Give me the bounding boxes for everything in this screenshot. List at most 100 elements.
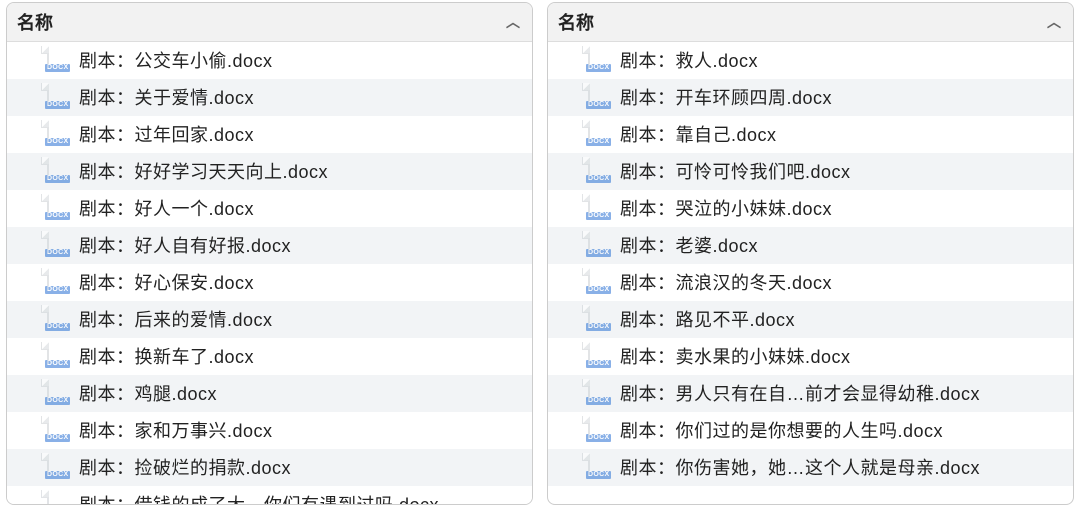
file-row[interactable]: DOCX 剧本：公交车小偷.docx — [7, 42, 532, 79]
docx-file-icon: DOCX — [588, 232, 610, 258]
file-ext-badge: DOCX — [586, 175, 611, 183]
file-name: 剧本：路见不平.docx — [620, 306, 795, 332]
file-ext-badge: DOCX — [45, 286, 70, 294]
file-row[interactable]: DOCX 剧本：救人.docx — [548, 42, 1073, 79]
file-row[interactable]: DOCX 剧本：你们过的是你想要的人生吗.docx — [548, 412, 1073, 449]
file-name: 剧本：公交车小偷.docx — [79, 47, 273, 73]
file-name: 剧本：家和万事兴.docx — [79, 417, 273, 443]
file-row[interactable]: DOCX 剧本：你伤害她，她…这个人就是母亲.docx — [548, 449, 1073, 486]
file-row[interactable]: DOCX 剧本：好人一个.docx — [7, 190, 532, 227]
sort-ascending-icon[interactable]: ︿ — [506, 15, 520, 29]
docx-file-icon: DOCX — [47, 491, 69, 504]
file-name: 剧本：靠自己.docx — [620, 121, 777, 147]
file-row[interactable]: DOCX 剧本：路见不平.docx — [548, 301, 1073, 338]
docx-file-icon: DOCX — [47, 84, 69, 110]
file-row[interactable]: DOCX 剧本：后来的爱情.docx — [7, 301, 532, 338]
file-name: 剧本：后来的爱情.docx — [79, 306, 273, 332]
docx-file-icon: DOCX — [47, 158, 69, 184]
file-row[interactable]: DOCX 剧本：哭泣的小妹妹.docx — [548, 190, 1073, 227]
docx-file-icon: DOCX — [588, 454, 610, 480]
file-ext-badge: DOCX — [45, 212, 70, 220]
file-ext-badge: DOCX — [45, 323, 70, 331]
file-ext-badge: DOCX — [45, 64, 70, 72]
file-name: 剧本：男人只有在自…前才会显得幼稚.docx — [620, 380, 980, 406]
column-header[interactable]: 名称 ︿ — [548, 3, 1073, 42]
file-list-panel-left: 名称 ︿ DOCX剧本：公交车小偷.docxDOCX剧本：关于爱情.docxDO… — [6, 2, 533, 505]
file-ext-badge: DOCX — [586, 397, 611, 405]
docx-file-icon: DOCX — [588, 269, 610, 295]
file-name: 剧本：卖水果的小妹妹.docx — [620, 343, 851, 369]
file-name: 剧本：鸡腿.docx — [79, 380, 217, 406]
file-ext-badge: DOCX — [45, 471, 70, 479]
docx-file-icon: DOCX — [47, 121, 69, 147]
file-name: 剧本：好心保安.docx — [79, 269, 254, 295]
file-ext-badge: DOCX — [45, 138, 70, 146]
file-ext-badge: DOCX — [45, 101, 70, 109]
file-name: 剧本：换新车了.docx — [79, 343, 254, 369]
file-name: 剧本：流浪汉的冬天.docx — [620, 269, 832, 295]
docx-file-icon: DOCX — [47, 232, 69, 258]
docx-file-icon: DOCX — [588, 47, 610, 73]
file-name: 剧本：可怜可怜我们吧.docx — [620, 158, 851, 184]
file-row[interactable]: DOCX 剧本：开车环顾四周.docx — [548, 79, 1073, 116]
file-ext-badge: DOCX — [45, 434, 70, 442]
column-header-label: 名称 — [558, 9, 594, 35]
column-header-label: 名称 — [17, 9, 53, 35]
file-row[interactable]: DOCX 剧本：流浪汉的冬天.docx — [548, 264, 1073, 301]
file-row[interactable]: DOCX 剧本：好心保安.docx — [7, 264, 532, 301]
file-name: 剧本：关于爱情.docx — [79, 84, 254, 110]
file-row[interactable]: DOCX 剧本：卖水果的小妹妹.docx — [548, 338, 1073, 375]
file-name: 剧本：你们过的是你想要的人生吗.docx — [620, 417, 943, 443]
file-ext-badge: DOCX — [586, 101, 611, 109]
file-name: 剧本：老婆.docx — [620, 232, 758, 258]
docx-file-icon: DOCX — [588, 380, 610, 406]
file-ext-badge: DOCX — [45, 175, 70, 183]
sort-ascending-icon[interactable]: ︿ — [1047, 15, 1061, 29]
docx-file-icon: DOCX — [47, 343, 69, 369]
file-row[interactable]: DOCX 剧本：关于爱情.docx — [7, 79, 532, 116]
file-name: 剧本：你伤害她，她…这个人就是母亲.docx — [620, 454, 980, 480]
file-name: 剧本：开车环顾四周.docx — [620, 84, 832, 110]
file-row[interactable]: DOCX 剧本：家和万事兴.docx — [7, 412, 532, 449]
file-row[interactable]: DOCX剧本：借钱的成了大…你们有遇到过吗.docx — [7, 486, 532, 504]
file-row[interactable]: DOCX剧本：好好学习天天向上.docx — [7, 153, 532, 190]
docx-file-icon: DOCX — [588, 121, 610, 147]
docx-file-icon: DOCX — [47, 454, 69, 480]
file-ext-badge: DOCX — [586, 138, 611, 146]
file-row[interactable]: DOCX 剧本：捡破烂的捐款.docx — [7, 449, 532, 486]
file-name: 剧本：过年回家.docx — [79, 121, 254, 147]
docx-file-icon: DOCX — [588, 158, 610, 184]
file-row[interactable]: DOCX 剧本：过年回家.docx — [7, 116, 532, 153]
column-header[interactable]: 名称 ︿ — [7, 3, 532, 42]
docx-file-icon: DOCX — [47, 380, 69, 406]
file-ext-badge: DOCX — [586, 249, 611, 257]
file-row[interactable]: DOCX 剧本：换新车了.docx — [7, 338, 532, 375]
file-name: 剧本：救人.docx — [620, 47, 758, 73]
docx-file-icon: DOCX — [588, 195, 610, 221]
docx-file-icon: DOCX — [47, 269, 69, 295]
docx-file-icon: DOCX — [47, 417, 69, 443]
docx-file-icon: DOCX — [588, 84, 610, 110]
file-ext-badge: DOCX — [586, 434, 611, 442]
file-row[interactable]: DOCX 剧本：男人只有在自…前才会显得幼稚.docx — [548, 375, 1073, 412]
docx-file-icon: DOCX — [47, 195, 69, 221]
file-row[interactable]: DOCX 剧本：好人自有好报.docx — [7, 227, 532, 264]
file-row[interactable]: DOCX 剧本：靠自己.docx — [548, 116, 1073, 153]
file-row[interactable]: DOCX 剧本：可怜可怜我们吧.docx — [548, 153, 1073, 190]
file-ext-badge: DOCX — [586, 64, 611, 72]
file-name: 剧本：哭泣的小妹妹.docx — [620, 195, 832, 221]
file-name: 剧本：捡破烂的捐款.docx — [79, 454, 291, 480]
file-ext-badge: DOCX — [586, 286, 611, 294]
docx-file-icon: DOCX — [47, 47, 69, 73]
file-ext-badge: DOCX — [586, 323, 611, 331]
file-row[interactable]: DOCX 剧本：老婆.docx — [548, 227, 1073, 264]
file-name: 剧本：好人自有好报.docx — [79, 232, 291, 258]
file-row[interactable]: DOCX 剧本：鸡腿.docx — [7, 375, 532, 412]
file-ext-badge: DOCX — [586, 360, 611, 368]
docx-file-icon: DOCX — [588, 343, 610, 369]
docx-file-icon: DOCX — [588, 417, 610, 443]
file-name: 剧本：好人一个.docx — [79, 195, 254, 221]
file-list: DOCX剧本：公交车小偷.docxDOCX剧本：关于爱情.docxDOCX剧本：… — [7, 42, 532, 504]
file-list-panel-right: 名称 ︿ DOCX剧本：救人.docxDOCX剧本：开车环顾四周.docxDOC… — [547, 2, 1074, 505]
file-ext-badge: DOCX — [45, 360, 70, 368]
